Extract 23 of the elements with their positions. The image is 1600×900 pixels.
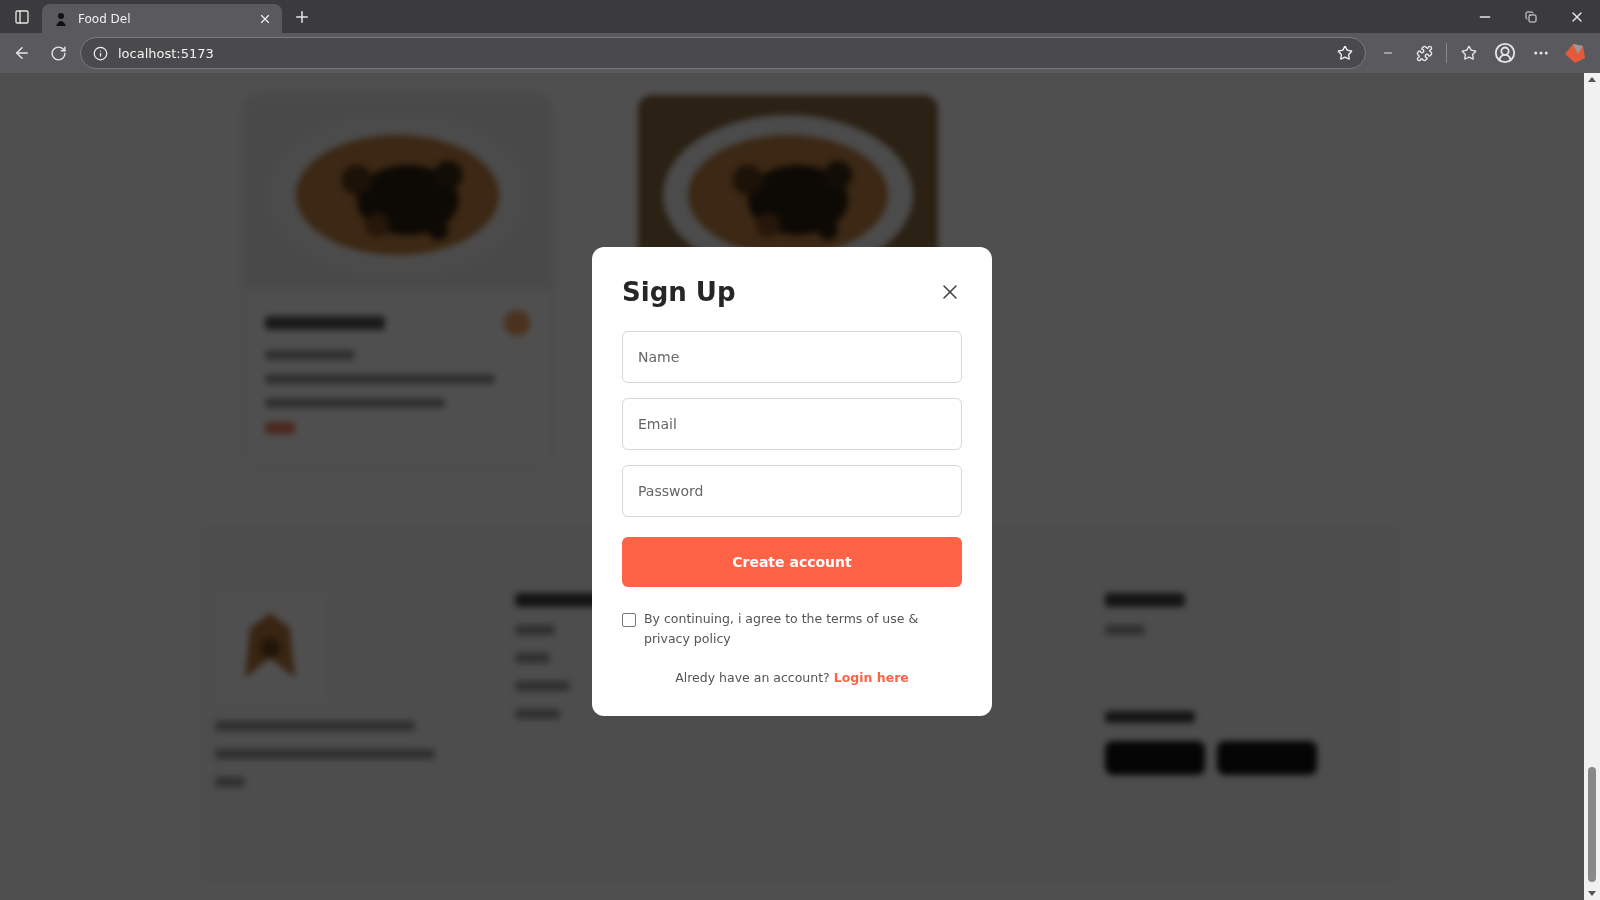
input-field[interactable]: Name [622, 331, 962, 383]
favorite-star-icon[interactable] [1337, 45, 1353, 61]
scroll-thumb[interactable] [1588, 767, 1596, 882]
input-field[interactable]: Email [622, 398, 962, 450]
dialog-title: Sign Up [622, 277, 736, 307]
scrollbar[interactable] [1584, 73, 1600, 900]
scroll-down-icon[interactable] [1588, 891, 1596, 896]
blurred-text [215, 777, 245, 787]
login-prompt: Alredy have an account? [675, 670, 830, 685]
blurred-text [515, 681, 570, 691]
blurred-text [265, 422, 295, 434]
terms-checkbox[interactable] [622, 613, 636, 627]
scroll-up-icon[interactable] [1588, 77, 1596, 82]
browser-tab[interactable]: Food Del [42, 4, 282, 33]
input-field[interactable]: Password [622, 465, 962, 517]
terms-text: By continuing, i agree to the terms of use & privacy policy [644, 610, 920, 648]
blurred-text [1105, 625, 1145, 635]
info-icon[interactable] [93, 45, 108, 61]
blurred-text [515, 709, 560, 719]
figure-icon [54, 11, 68, 26]
address-bar[interactable]: localhost:5173 [80, 37, 1366, 69]
blurred-text [515, 625, 555, 635]
blurred-text [515, 653, 550, 663]
